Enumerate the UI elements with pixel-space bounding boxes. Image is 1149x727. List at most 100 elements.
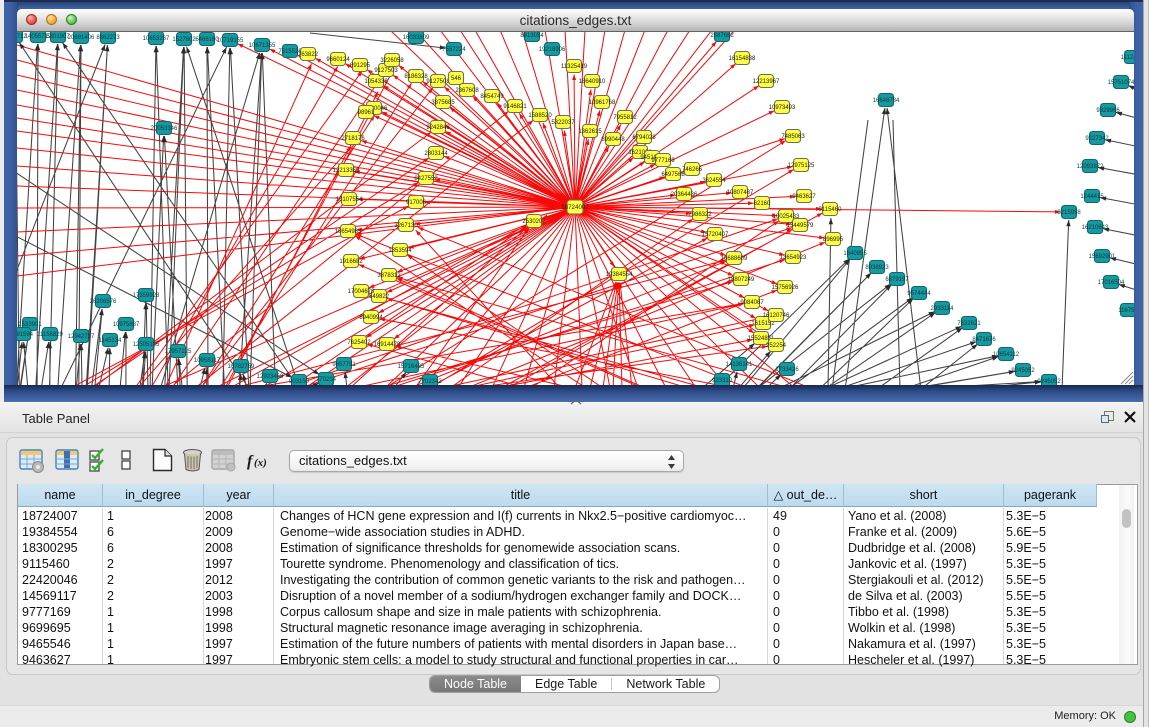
svg-text:12213967: 12213967 [753, 79, 780, 85]
svg-text:6794028: 6794028 [632, 135, 656, 141]
svg-text:9115460: 9115460 [819, 207, 843, 213]
svg-text:9674444: 9674444 [907, 291, 931, 297]
svg-text:15716485: 15716485 [398, 364, 425, 370]
svg-text:17016504: 17016504 [1098, 280, 1125, 286]
svg-text:12942737: 12942737 [68, 334, 95, 340]
svg-text:13654923: 13654923 [780, 255, 807, 261]
svg-text:11325419: 11325419 [561, 64, 588, 70]
svg-text:10961768: 10961768 [589, 100, 616, 106]
svg-text:2687682: 2687682 [710, 33, 734, 39]
svg-text:9227342: 9227342 [1085, 136, 1109, 142]
svg-text:3878312: 3878312 [377, 273, 401, 279]
svg-text:10719155: 10719155 [217, 38, 244, 44]
svg-text:8471676: 8471676 [972, 337, 996, 343]
svg-text:13449579: 13449579 [787, 223, 814, 229]
svg-text:11156829: 11156829 [37, 332, 63, 338]
svg-text:19218906: 19218906 [539, 47, 566, 53]
svg-text:20364436: 20364436 [671, 192, 698, 198]
svg-text:12213369: 12213369 [333, 168, 360, 174]
svg-text:9245052: 9245052 [1037, 379, 1061, 385]
svg-text:16782759: 16782759 [228, 364, 255, 370]
svg-text:10973493: 10973493 [769, 105, 796, 111]
svg-text:3875685: 3875685 [431, 100, 455, 106]
svg-text:6879197: 6879197 [885, 277, 909, 283]
svg-text:20691406: 20691406 [68, 35, 95, 41]
svg-text:20053346: 20053346 [151, 126, 178, 132]
svg-text:9146821: 9146821 [503, 104, 527, 110]
svg-text:26206576: 26206576 [90, 299, 117, 305]
svg-text:1353594: 1353594 [388, 248, 412, 254]
svg-text:1112415: 1112415 [1121, 55, 1134, 61]
svg-text:1145134: 1145134 [99, 338, 123, 344]
svg-text:7986322: 7986322 [688, 212, 712, 218]
svg-text:15751074: 15751074 [1108, 80, 1134, 86]
svg-text:17004678: 17004678 [348, 289, 375, 295]
svg-text:1733426: 1733426 [775, 367, 799, 373]
svg-text:903150: 903150 [289, 379, 310, 385]
svg-text:1054338: 1054338 [364, 79, 388, 85]
svg-text:15756926: 15756926 [772, 285, 799, 291]
svg-text:12505135: 12505135 [133, 342, 160, 348]
svg-text:16033809: 16033809 [403, 35, 430, 41]
svg-text:116753: 116753 [1118, 308, 1134, 314]
svg-text:2530207: 2530207 [522, 219, 546, 225]
svg-text:62160: 62160 [754, 201, 771, 207]
svg-text:16120746: 16120746 [763, 313, 790, 319]
svg-text:3226058: 3226058 [380, 58, 404, 64]
svg-text:9777169: 9777169 [651, 158, 675, 164]
svg-text:2367608: 2367608 [455, 88, 479, 94]
svg-text:10975887: 10975887 [113, 322, 140, 328]
svg-text:8990448: 8990448 [601, 137, 625, 143]
svg-text:7632621: 7632621 [957, 321, 981, 327]
svg-text:15692901: 15692901 [1089, 254, 1116, 260]
svg-text:252254: 252254 [766, 343, 787, 349]
svg-text:16914479: 16914479 [374, 342, 401, 348]
svg-text:16154838: 16154838 [729, 56, 756, 62]
svg-text:12923468: 12923468 [257, 374, 284, 380]
svg-text:770234: 770234 [316, 377, 337, 383]
svg-text:8215958: 8215958 [1057, 210, 1081, 216]
svg-text:9242848: 9242848 [426, 125, 450, 131]
svg-text:8862273: 8862273 [96, 35, 120, 41]
svg-text:9329966: 9329966 [1096, 108, 1120, 114]
svg-text:7485063: 7485063 [781, 134, 805, 140]
svg-text:15720407: 15720407 [702, 232, 729, 238]
svg-text:2933114: 2933114 [931, 306, 955, 312]
svg-text:2803144: 2803144 [424, 151, 448, 157]
svg-text:1588520: 1588520 [528, 113, 552, 119]
svg-text:7955812: 7955812 [613, 115, 637, 121]
svg-text:1244415: 1244415 [1080, 194, 1104, 200]
svg-text:10654112: 10654112 [993, 352, 1020, 358]
svg-text:10654985: 10654985 [335, 229, 362, 235]
svg-text:3267130: 3267130 [394, 223, 418, 229]
svg-text:546: 546 [451, 76, 462, 82]
svg-text:98961: 98961 [358, 110, 375, 116]
svg-text:9084067: 9084067 [740, 300, 764, 306]
svg-text:9245052: 9245052 [1011, 368, 1035, 374]
svg-text:f: f [247, 453, 254, 470]
svg-text:10107554: 10107554 [336, 197, 363, 203]
svg-text:3624554: 3624554 [702, 178, 726, 184]
svg-text:1640955: 1640955 [843, 251, 867, 257]
svg-text:18807249: 18807249 [728, 277, 755, 283]
svg-text:8186328: 8186328 [404, 74, 428, 80]
svg-text:896995: 896995 [823, 237, 844, 243]
svg-text:19384554: 19384554 [606, 272, 633, 278]
svg-text:1527602: 1527602 [172, 37, 196, 43]
svg-text:7625402: 7625402 [347, 340, 371, 346]
svg-text:17957225: 17957225 [165, 349, 192, 355]
svg-text:8813054: 8813054 [520, 33, 544, 39]
svg-text:7557224: 7557224 [442, 47, 466, 53]
svg-text:9657791: 9657791 [332, 362, 356, 368]
svg-text:7702342: 7702342 [418, 379, 442, 385]
svg-text:12975125: 12975125 [788, 163, 815, 169]
svg-text:(x): (x) [254, 457, 267, 469]
svg-text:18640910: 18640910 [579, 79, 606, 85]
svg-text:1916682: 1916682 [339, 259, 363, 265]
svg-text:10807487: 10807487 [727, 190, 754, 196]
svg-text:746266: 746266 [682, 167, 703, 173]
svg-text:10671355: 10671355 [249, 43, 276, 49]
svg-text:2718176: 2718176 [341, 136, 365, 142]
svg-text:8454749: 8454749 [480, 94, 504, 100]
svg-text:9127508: 9127508 [426, 79, 450, 85]
